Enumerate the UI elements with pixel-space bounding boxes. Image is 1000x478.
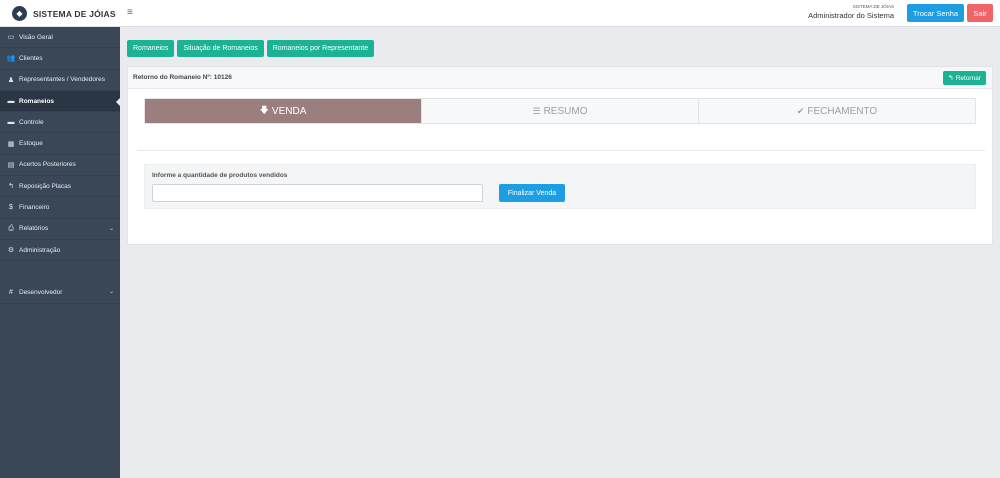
print-icon: ⎙ — [8, 224, 14, 232]
change-password-button[interactable]: Trocar Senha — [907, 4, 964, 22]
card-icon: ▬ — [7, 118, 15, 126]
card-icon: ▬ — [7, 97, 15, 105]
step-label: FECHAMENTO — [807, 105, 878, 117]
sidebar-item-label: Acertos Posteriores — [19, 161, 76, 169]
sidebar-item-financeiro[interactable]: $ Financeiro — [0, 197, 120, 219]
sidebar-item-label: Romaneios — [19, 97, 55, 105]
sidebar-item-label: Desenvolvedor — [19, 288, 63, 296]
finalize-sale-button[interactable]: Finalizar Venda — [499, 184, 565, 202]
top-bar: ◆ SISTEMA DE JÓIAS ≡ SISTEMA DE JÓIAS Ad… — [0, 0, 1000, 27]
tab-situacao-romaneios[interactable]: Situação de Romaneios — [177, 40, 264, 57]
user-info: SISTEMA DE JÓIAS Administrador do Sistem… — [808, 4, 894, 20]
sidebar-item-romaneios[interactable]: ▬ Romaneios — [0, 90, 120, 113]
list-icon: ☰ — [532, 105, 541, 116]
sidebar-item-estoque[interactable]: ▦ Estoque — [0, 133, 120, 155]
sidebar-item-acertos-posteriores[interactable]: ▤ Acertos Posteriores — [0, 155, 120, 177]
main-content: Romaneios Situação de Romaneios Romaneio… — [120, 27, 1000, 478]
step-resumo[interactable]: ☰ RESUMO — [422, 99, 699, 123]
top-tabs: Romaneios Situação de Romaneios Romaneio… — [127, 40, 375, 57]
sidebar-item-label: Clientes — [19, 54, 43, 62]
sidebar-item-administracao[interactable]: ⚙ Administração — [0, 240, 120, 262]
tab-romaneios-por-representante[interactable]: Romaneios por Representante — [266, 40, 375, 57]
check-circle-icon: ✔ — [796, 105, 805, 116]
chevron-down-icon: ⌄ — [108, 225, 114, 232]
return-panel: Retorno do Romaneio Nº: 10126 ↰ Retornar… — [127, 66, 993, 245]
sidebar-item-label: Representantes / Vendedores — [19, 76, 106, 84]
user-name: Administrador do Sistema — [808, 11, 894, 20]
sidebar-item-label: Visão Geral — [19, 33, 53, 41]
quantity-label: Informe a quantidade de produtos vendido… — [152, 172, 288, 179]
grid-icon: ▦ — [7, 140, 15, 148]
arrow-down-icon: 🡇 — [259, 105, 269, 115]
sidebar-item-representantes[interactable]: ♟ Representantes / Vendedores — [0, 70, 120, 91]
sidebar-item-desenvolvedor[interactable]: # Desenvolvedor ⌄ — [0, 282, 120, 304]
sidebar-item-controle[interactable]: ▬ Controle — [0, 112, 120, 134]
sidebar-item-label: Controle — [19, 118, 44, 126]
user-app-name: SISTEMA DE JÓIAS — [852, 4, 894, 9]
monitor-icon: ▭ — [7, 34, 15, 42]
user-tie-icon: ♟ — [7, 76, 15, 84]
diamond-icon: ◆ — [12, 6, 27, 21]
logout-button[interactable]: Sair — [967, 4, 993, 22]
sidebar-item-label: Reposição Placas — [19, 182, 72, 190]
sidebar-item-label: Estoque — [19, 140, 43, 148]
divider — [137, 150, 985, 151]
step-fechamento[interactable]: ✔ FECHAMENTO — [699, 99, 975, 123]
sidebar-item-label: Administração — [19, 246, 61, 254]
hashtag-icon: # — [9, 288, 13, 296]
step-label: VENDA — [271, 105, 307, 117]
back-button[interactable]: ↰ Retornar — [942, 71, 986, 85]
sidebar-item-visao-geral[interactable]: ▭ Visão Geral — [0, 27, 120, 49]
tab-romaneios[interactable]: Romaneios — [127, 40, 175, 57]
sidebar-item-reposicao-placas[interactable]: ↰ Reposição Placas — [0, 176, 120, 198]
sale-form: Informe a quantidade de produtos vendido… — [144, 164, 976, 209]
sidebar-item-label: Financeiro — [19, 204, 50, 212]
calendar-icon: ▤ — [7, 161, 15, 169]
menu-toggle-icon[interactable]: ≡ — [127, 7, 133, 18]
step-venda[interactable]: 🡇 VENDA — [145, 99, 422, 123]
sidebar-item-relatorios[interactable]: ⎙ Relatórios ⌄ — [0, 219, 120, 240]
reply-icon: ↰ — [8, 183, 14, 191]
users-icon: 👥 — [6, 55, 16, 63]
step-label: RESUMO — [543, 105, 588, 117]
sidebar-item-label: Relatórios — [19, 225, 49, 233]
dollar-icon: $ — [9, 204, 13, 212]
panel-header: Retorno do Romaneio Nº: 10126 ↰ Retornar — [128, 67, 992, 89]
wizard-steps: 🡇 VENDA ☰ RESUMO ✔ FECHAMENTO — [144, 98, 976, 124]
back-button-label: Retornar — [955, 74, 981, 82]
panel-title: Retorno do Romaneio Nº: 10126 — [133, 74, 232, 81]
gear-icon: ⚙ — [7, 247, 15, 255]
sidebar-item-clientes[interactable]: 👥 Clientes — [0, 48, 120, 70]
brand-name: SISTEMA DE JÓIAS — [33, 8, 116, 19]
chevron-down-icon: ⌄ — [108, 289, 114, 296]
quantity-input[interactable] — [152, 184, 483, 202]
sidebar: ▭ Visão Geral 👥 Clientes ♟ Representante… — [0, 27, 120, 478]
reply-icon: ↰ — [947, 75, 954, 82]
brand[interactable]: ◆ SISTEMA DE JÓIAS — [0, 0, 120, 27]
